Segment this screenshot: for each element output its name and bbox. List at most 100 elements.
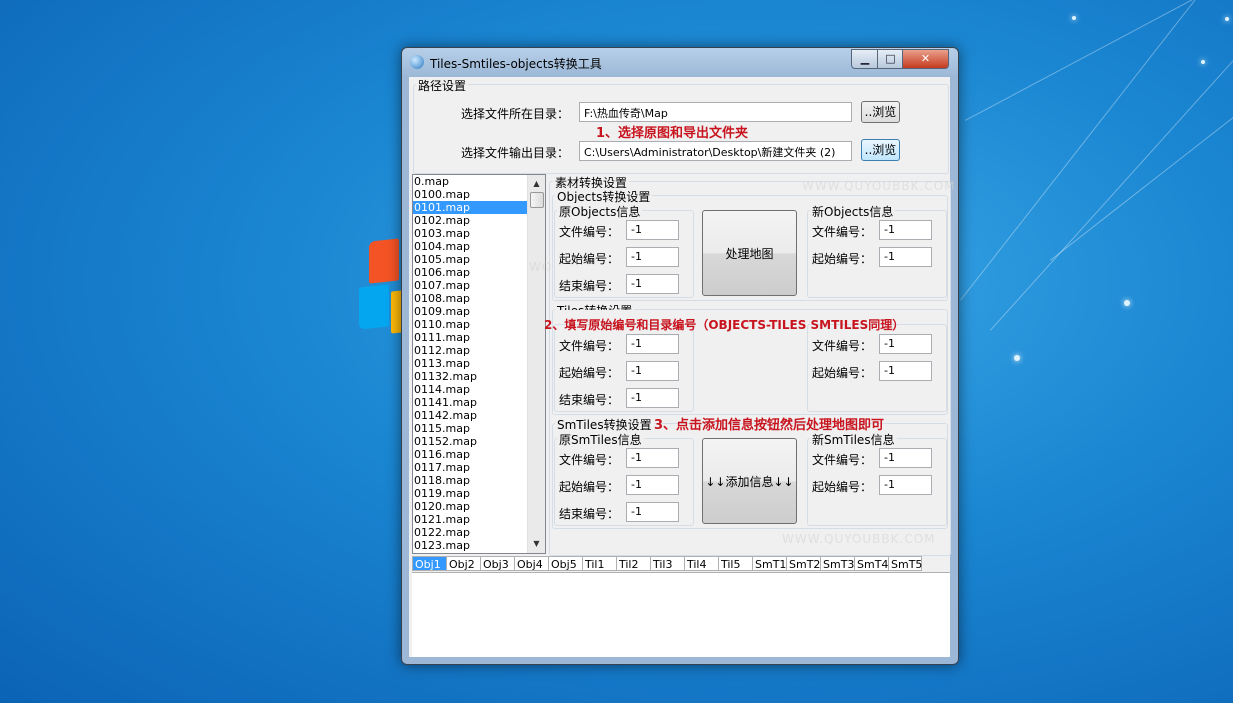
smt-new-file-no-label: 文件编号： — [812, 453, 873, 467]
obj-file-no-label: 文件编号： — [559, 225, 620, 239]
smt-orig-file-no-input[interactable]: -1 — [626, 448, 679, 468]
list-item[interactable]: 0105.map — [413, 253, 545, 266]
obj-orig-start-no-input[interactable]: -1 — [626, 247, 679, 267]
scroll-down-icon[interactable]: ▼ — [528, 537, 545, 551]
step1-annotation: 1、选择原图和导出文件夹 — [596, 126, 749, 141]
smt-start-no-label: 起始编号： — [559, 480, 620, 494]
obj-end-no-label: 结束编号： — [559, 279, 620, 293]
smt-orig-start-no-input[interactable]: -1 — [626, 475, 679, 495]
tab-til4[interactable]: Til4 — [684, 556, 718, 571]
til-new-file-no-input[interactable]: -1 — [879, 334, 932, 354]
watermark: WWW.QUYOUBBK.COM — [802, 179, 956, 193]
step2-annotation: 2、填写原始编号和目录编号（OBJECTS-TILES SMTILES同理） — [544, 318, 905, 332]
tab-obj3[interactable]: Obj3 — [480, 556, 514, 571]
list-item[interactable]: 0115.map — [413, 422, 545, 435]
tab-obj5[interactable]: Obj5 — [548, 556, 582, 571]
output-dir-label: 选择文件输出目录： — [461, 146, 570, 160]
til-orig-start-no-input[interactable]: -1 — [626, 361, 679, 381]
tab-obj2[interactable]: Obj2 — [446, 556, 480, 571]
orig-objects-title: 原Objects信息 — [557, 203, 643, 220]
list-item[interactable]: 01142.map — [413, 409, 545, 422]
list-item[interactable]: 0123.map — [413, 539, 545, 552]
til-orig-end-no-input[interactable]: -1 — [626, 388, 679, 408]
tab-smt2[interactable]: SmT2 — [786, 556, 820, 571]
tab-til3[interactable]: Til3 — [650, 556, 684, 571]
watermark: WWW.QUYOUBBK.COM — [782, 532, 936, 546]
scroll-thumb[interactable] — [530, 192, 544, 208]
process-map-button[interactable]: 处理地图 — [702, 210, 797, 296]
list-item[interactable]: 01141.map — [413, 396, 545, 409]
til-new-start-no-label: 起始编号： — [812, 366, 873, 380]
list-item[interactable]: 0112.map — [413, 344, 545, 357]
minimize-button[interactable]: ▁ — [851, 49, 879, 69]
new-smtiles-title: 新SmTiles信息 — [810, 431, 897, 448]
list-item[interactable]: 0100.map — [413, 188, 545, 201]
list-scrollbar[interactable]: ▲ ▼ — [527, 175, 545, 553]
til-end-no-label: 结束编号： — [559, 393, 620, 407]
list-item[interactable]: 0107.map — [413, 279, 545, 292]
obj-new-start-no-label: 起始编号： — [812, 252, 873, 266]
output-browse-button[interactable]: ..浏览 — [861, 139, 900, 161]
smt-new-start-no-input[interactable]: -1 — [879, 475, 932, 495]
list-item[interactable]: 0110.map — [413, 318, 545, 331]
list-item[interactable]: 0121.map — [413, 513, 545, 526]
title-bar[interactable]: Tiles-Smtiles-objects转换工具 ▁ □ ✕ — [402, 48, 958, 76]
add-info-button[interactable]: ↓↓添加信息↓↓ — [702, 438, 797, 524]
list-items: 0.map 0100.map 0101.map 0102.map 0103.map 010… — [413, 175, 545, 552]
tab-smt1[interactable]: SmT1 — [752, 556, 786, 571]
list-item[interactable]: 0101.map — [413, 201, 529, 214]
tab-smt5[interactable]: SmT5 — [888, 556, 922, 571]
source-dir-input[interactable]: F:\热血传奇\Map — [579, 102, 852, 122]
list-item[interactable]: 0108.map — [413, 292, 545, 305]
tab-obj4[interactable]: Obj4 — [514, 556, 548, 571]
obj-orig-file-no-input[interactable]: -1 — [626, 220, 679, 240]
til-orig-file-no-input[interactable]: -1 — [626, 334, 679, 354]
maximize-button[interactable]: □ — [877, 49, 904, 69]
list-item[interactable]: 0118.map — [413, 474, 545, 487]
list-item[interactable]: 0103.map — [413, 227, 545, 240]
list-item[interactable]: 0102.map — [413, 214, 545, 227]
obj-new-file-no-input[interactable]: -1 — [879, 220, 932, 240]
list-item[interactable]: 0117.map — [413, 461, 545, 474]
smt-orig-end-no-input[interactable]: -1 — [626, 502, 679, 522]
tab-obj1[interactable]: Obj1 — [412, 556, 446, 571]
obj-orig-end-no-input[interactable]: -1 — [626, 274, 679, 294]
tab-til2[interactable]: Til2 — [616, 556, 650, 571]
list-item[interactable]: 0106.map — [413, 266, 545, 279]
list-item[interactable]: 0120.map — [413, 500, 545, 513]
obj-new-start-no-input[interactable]: -1 — [879, 247, 932, 267]
list-item[interactable]: 0109.map — [413, 305, 545, 318]
list-item[interactable]: 0104.map — [413, 240, 545, 253]
obj-new-file-no-label: 文件编号： — [812, 225, 873, 239]
map-file-list[interactable]: 0.map 0100.map 0101.map 0102.map 0103.map 010… — [412, 174, 546, 554]
til-new-start-no-input[interactable]: -1 — [879, 361, 932, 381]
path-settings-title: 路径设置 — [416, 77, 469, 94]
app-icon — [410, 55, 424, 69]
list-item[interactable]: 0116.map — [413, 448, 545, 461]
list-item[interactable]: 0122.map — [413, 526, 545, 539]
list-item[interactable]: 0.map — [413, 175, 545, 188]
tab-page — [412, 572, 950, 657]
tab-til5[interactable]: Til5 — [718, 556, 752, 571]
scroll-up-icon[interactable]: ▲ — [528, 177, 545, 191]
smt-new-start-no-label: 起始编号： — [812, 480, 873, 494]
smt-file-no-label: 文件编号： — [559, 453, 620, 467]
list-item[interactable]: 01132.map — [413, 370, 545, 383]
tab-strip: Obj1 Obj2 Obj3 Obj4 Obj5 Til1 Til2 Til3 Til4 Til5… — [412, 556, 922, 572]
list-item[interactable]: 0113.map — [413, 357, 545, 370]
list-item[interactable]: 01152.map — [413, 435, 545, 448]
source-browse-button[interactable]: ..浏览 — [861, 101, 900, 123]
tab-smt3[interactable]: SmT3 — [820, 556, 854, 571]
list-item[interactable]: 0111.map — [413, 331, 545, 344]
smt-new-file-no-input[interactable]: -1 — [879, 448, 932, 468]
tiles-section-title: Tiles转换设置 — [555, 302, 635, 310]
smt-end-no-label: 结束编号： — [559, 507, 620, 521]
list-item[interactable]: 0119.map — [413, 487, 545, 500]
tab-smt4[interactable]: SmT4 — [854, 556, 888, 571]
til-start-no-label: 起始编号： — [559, 366, 620, 380]
close-button[interactable]: ✕ — [902, 49, 949, 69]
output-dir-input[interactable]: C:\Users\Administrator\Desktop\新建文件夹 (2) — [579, 141, 852, 161]
client-area: 路径设置 选择文件所在目录： F:\热血传奇\Map ..浏览 选择文件输出目录… — [409, 77, 955, 657]
list-item[interactable]: 0114.map — [413, 383, 545, 396]
tab-til1[interactable]: Til1 — [582, 556, 616, 571]
